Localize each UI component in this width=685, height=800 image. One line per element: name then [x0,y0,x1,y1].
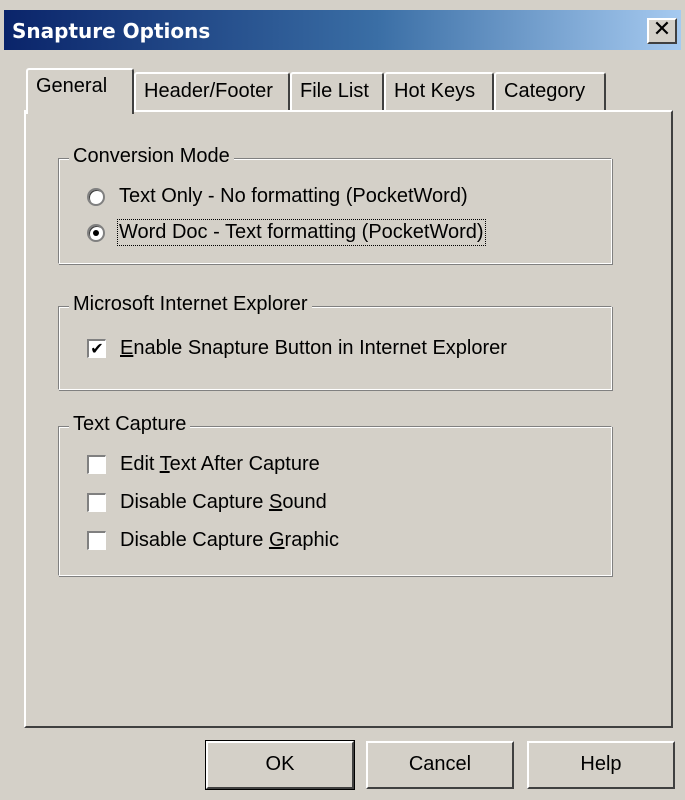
text-capture-group: Text Capture Edit Text After Capture Dis… [58,413,612,576]
mnemonic-letter: T [159,453,170,475]
internet-explorer-group: Microsoft Internet Explorer ✔ Enable Sna… [58,293,612,390]
window-title: Snapture Options [12,19,211,43]
tab-category[interactable]: Category [494,72,606,110]
disable-capture-graphic-checkbox[interactable]: Disable Capture Graphic [87,529,339,552]
group-label: Conversion Mode [69,145,234,168]
checkbox[interactable]: ✔ [87,339,106,358]
checkbox-label: Edit Text After Capture [120,453,320,476]
mnemonic-letter: S [268,491,283,513]
conversion-mode-group: Conversion Mode Text Only - No formattin… [58,145,612,264]
radio-word-doc[interactable]: Word Doc - Text formatting (PocketWord) [87,219,486,246]
tab-file-list[interactable]: File List [290,72,384,110]
tab-header-footer[interactable]: Header/Footer [134,72,290,110]
edit-text-after-capture-checkbox[interactable]: Edit Text After Capture [87,453,320,476]
radio-button-selected[interactable] [87,223,105,242]
mnemonic-letter: G [268,529,285,551]
label-text: raphic [284,529,340,551]
checkbox[interactable] [87,455,106,474]
options-dialog: Snapture Options ✕ General Header/Footer… [0,0,685,800]
tab-label: Hot Keys [394,80,476,102]
cancel-button[interactable]: Cancel [366,741,514,789]
label-text: ext After Capture [169,453,320,475]
disable-capture-sound-checkbox[interactable]: Disable Capture Sound [87,491,327,514]
group-label: Microsoft Internet Explorer [69,293,312,316]
enable-snapture-button-checkbox[interactable]: ✔ Enable Snapture Button in Internet Exp… [87,337,507,360]
checkbox-label: Disable Capture Sound [120,491,327,514]
radio-label: Word Doc - Text formatting (PocketWord) [117,219,486,246]
tab-general[interactable]: General [26,68,134,114]
ok-button[interactable]: OK [205,740,355,790]
checkbox-label: Disable Capture Graphic [120,529,339,552]
close-icon: ✕ [652,17,672,42]
radio-button[interactable] [87,187,105,206]
title-bar[interactable]: Snapture Options ✕ [4,10,681,50]
radio-label: Text Only - No formatting (PocketWord) [119,185,468,207]
radio-text-only[interactable]: Text Only - No formatting (PocketWord) [87,185,468,208]
label-text: ound [282,491,327,513]
tab-hot-keys[interactable]: Hot Keys [384,72,494,110]
tab-label: Category [504,80,586,102]
general-tab-panel: Conversion Mode Text Only - No formattin… [24,110,673,728]
checkbox[interactable] [87,531,106,550]
label-text: Edit [120,453,160,475]
mnemonic-letter: E [120,337,134,359]
tab-label: General [36,75,108,97]
label-text: nable Snapture Button in Internet Explor… [133,337,507,359]
close-button[interactable]: ✕ [647,18,677,44]
tab-label: File List [300,80,369,102]
label-text: Disable Capture [120,491,269,513]
group-label: Text Capture [69,413,191,436]
tab-label: Header/Footer [144,80,273,102]
label-text: Disable Capture [120,529,269,551]
checkbox-label: Enable Snapture Button in Internet Explo… [120,337,507,360]
help-button[interactable]: Help [527,741,675,789]
checkbox[interactable] [87,493,106,512]
check-icon: ✔ [90,339,104,358]
